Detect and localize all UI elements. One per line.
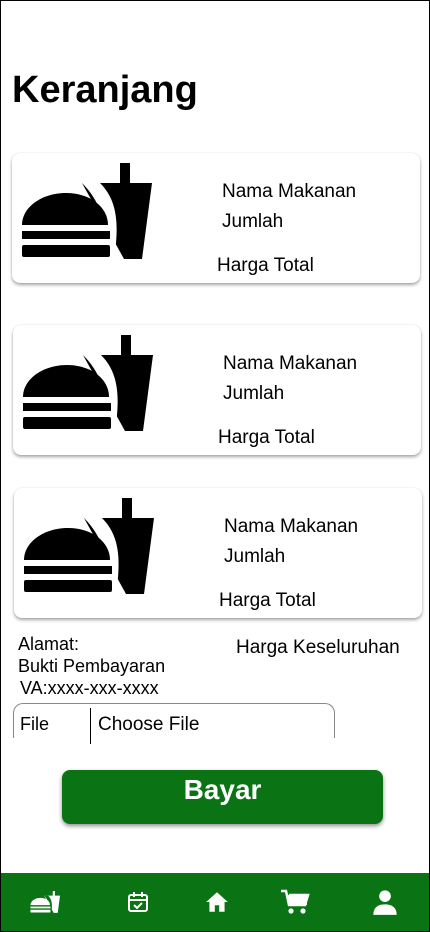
home-icon	[206, 892, 228, 912]
app-frame: Keranjang Nama Makanan Jumlah Harga Tota…	[0, 0, 430, 932]
nav-item-home[interactable]	[201, 887, 233, 917]
item-total-price: Harga Total	[217, 255, 314, 276]
cart-item-card[interactable]: Nama Makanan Jumlah Harga Total	[14, 488, 422, 618]
fastfood-icon	[30, 891, 60, 913]
item-total-price: Harga Total	[219, 590, 316, 611]
bottom-nav	[1, 873, 429, 931]
item-total-price: Harga Total	[218, 427, 315, 448]
nav-item-orders[interactable]	[122, 887, 154, 917]
cart-item-card[interactable]: Nama Makanan Jumlah Harga Total	[13, 325, 421, 455]
file-label: File	[20, 714, 50, 734]
nav-item-cart[interactable]	[279, 887, 311, 917]
item-name: Nama Makanan	[222, 181, 357, 202]
grand-total-label: Harga Keseluruhan	[236, 637, 400, 658]
item-quantity: Jumlah	[222, 211, 284, 232]
file-field-divider	[90, 708, 91, 744]
pay-button[interactable]: Bayar	[62, 770, 383, 824]
item-quantity: Jumlah	[224, 546, 286, 567]
choose-file-button[interactable]: Choose File	[98, 714, 199, 736]
person-icon	[373, 890, 397, 915]
address-label: Alamat:	[18, 634, 80, 654]
nav-item-profile[interactable]	[369, 887, 401, 917]
item-name: Nama Makanan	[224, 516, 359, 537]
calendar-check-icon	[128, 892, 148, 912]
item-quantity: Jumlah	[223, 383, 285, 404]
cart-item-card[interactable]: Nama Makanan Jumlah Harga Total	[12, 153, 420, 283]
virtual-account-label: VA:xxxx-xxx-xxxx	[20, 678, 159, 698]
nav-item-food[interactable]	[29, 887, 61, 917]
file-upload-field[interactable]: File Choose File	[13, 703, 335, 744]
fastfood-icon	[23, 335, 153, 431]
fastfood-icon	[24, 498, 154, 594]
page-title: Keranjang	[12, 69, 198, 111]
payment-proof-label: Bukti Pembayaran	[18, 656, 166, 676]
item-name: Nama Makanan	[223, 353, 358, 374]
cart-icon	[281, 889, 310, 914]
fastfood-icon	[22, 163, 152, 259]
